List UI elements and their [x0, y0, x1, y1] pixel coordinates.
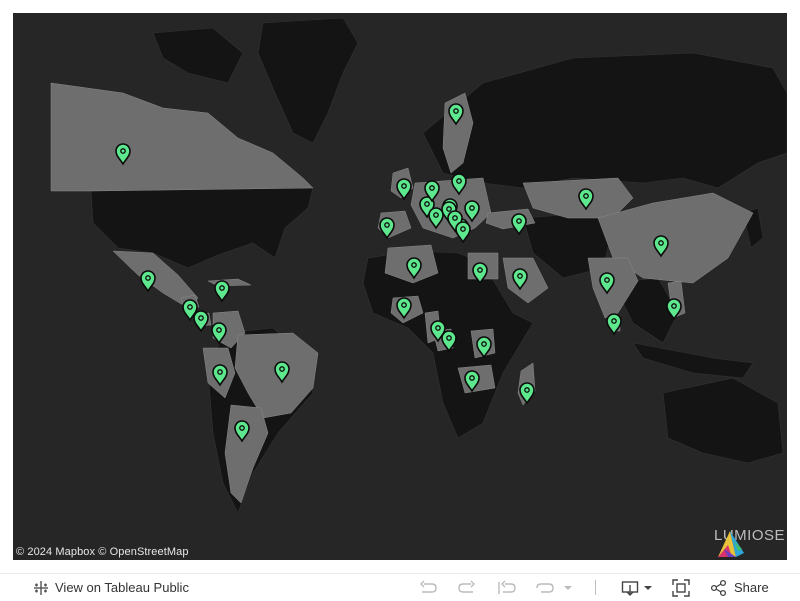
tableau-toolbar: View on Tableau Public Share [0, 573, 800, 601]
fullscreen-icon [672, 578, 690, 597]
redo-button[interactable] [457, 574, 477, 601]
share-icon [710, 579, 727, 596]
map-canvas: CanadaMexicoCubaGuatemalaCosta RicaColom… [50, 17, 787, 514]
chevron-down-icon[interactable] [643, 583, 653, 593]
download-icon [621, 580, 639, 596]
download-button[interactable] [621, 574, 653, 601]
redo-icon [458, 580, 475, 593]
toolbar-divider [595, 580, 596, 595]
revert-icon [498, 580, 516, 594]
map-marker-costa-rica[interactable]: Costa Rica [193, 310, 209, 333]
lumiose-logo-icon [717, 531, 744, 557]
undo-button[interactable] [418, 574, 438, 601]
brand-logo: LUMIOSE [714, 527, 785, 557]
chevron-down-icon[interactable] [563, 583, 573, 593]
share-label: Share [734, 580, 769, 595]
map-marker-mexico[interactable]: Mexico [140, 270, 156, 293]
view-on-tableau-button[interactable]: View on Tableau Public [33, 574, 189, 601]
map-marker-greece[interactable]: Greece [455, 221, 471, 244]
refresh-icon [536, 582, 554, 593]
tableau-icon [34, 580, 48, 595]
map-marker-turkey[interactable]: Turkey [511, 213, 527, 236]
map-attribution[interactable]: © 2024 Mapbox © OpenStreetMap [16, 546, 189, 558]
fullscreen-button[interactable] [672, 574, 690, 601]
undo-icon [420, 580, 437, 593]
share-button[interactable]: Share [710, 574, 769, 601]
map-marker-cuba[interactable]: Cuba [214, 280, 230, 303]
refresh-button[interactable] [535, 574, 573, 601]
revert-button[interactable] [497, 574, 517, 601]
world-map[interactable]: CanadaMexicoCubaGuatemalaCosta RicaColom… [13, 13, 787, 560]
view-on-tableau-label: View on Tableau Public [55, 580, 189, 595]
